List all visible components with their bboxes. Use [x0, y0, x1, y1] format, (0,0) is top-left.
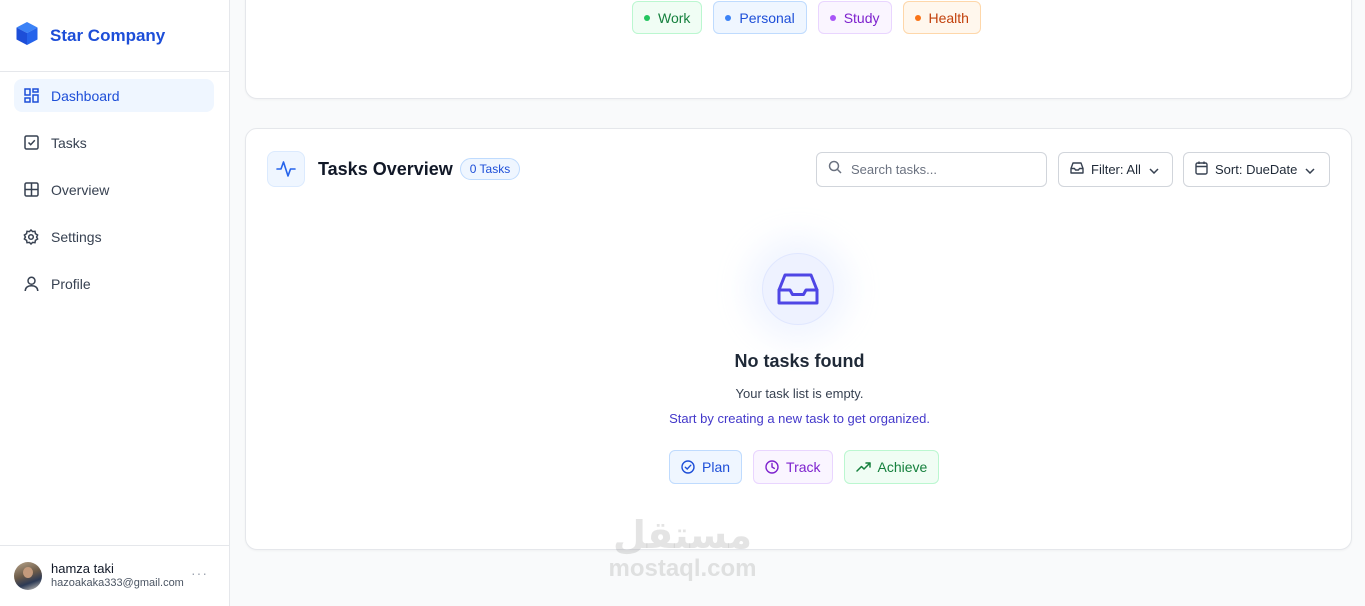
achieve-pill: Achieve	[843, 450, 940, 484]
sidebar-item-label: Tasks	[51, 134, 87, 151]
dot-icon	[914, 14, 921, 21]
filter-label: Filter: All	[1091, 162, 1141, 177]
sidebar-item-label: Dashboard	[51, 87, 120, 104]
categories-card: Work Personal Study Health	[245, 0, 1352, 99]
brand[interactable]: Star Company	[0, 0, 229, 72]
sidebar-item-profile[interactable]: Profile	[14, 267, 214, 300]
user-profile[interactable]: hamza taki hazoakaka333@gmail.com ···	[0, 545, 230, 606]
inbox-icon	[1070, 162, 1084, 177]
clock-icon	[765, 460, 779, 474]
page-title: Tasks Overview	[318, 158, 453, 179]
user-icon	[22, 275, 40, 293]
sidebar-item-label: Overview	[51, 181, 110, 198]
empty-state-hint: Start by creating a new task to get orga…	[669, 411, 930, 426]
brand-name: Star Company	[50, 25, 166, 45]
user-name: hamza taki	[51, 561, 114, 576]
sort-dropdown[interactable]: Sort: DueDate	[1183, 152, 1330, 187]
pill-label: Plan	[702, 459, 731, 475]
category-chip-personal[interactable]: Personal	[713, 1, 807, 34]
sidebar-item-label: Settings	[51, 228, 102, 245]
sidebar: Star Company Dashboard Tasks Overview Se…	[0, 0, 230, 606]
search-input[interactable]	[851, 162, 1031, 177]
plan-pill: Plan	[669, 450, 743, 484]
category-chip-study[interactable]: Study	[817, 1, 892, 34]
chip-label: Study	[843, 9, 880, 26]
sidebar-item-tasks[interactable]: Tasks	[14, 126, 214, 159]
checkbox-icon	[22, 134, 40, 152]
dot-icon	[725, 14, 732, 21]
category-chip-work[interactable]: Work	[632, 1, 703, 34]
user-info: hamza taki hazoakaka333@gmail.com	[51, 561, 184, 591]
empty-state-subtitle: Your task list is empty.	[735, 386, 864, 401]
chip-label: Work	[658, 9, 691, 26]
tasks-overview-card: Tasks Overview 0 Tasks Filter: All Sort:…	[245, 128, 1352, 550]
sidebar-item-dashboard[interactable]: Dashboard	[14, 79, 214, 112]
sidebar-item-overview[interactable]: Overview	[14, 173, 214, 206]
watermark-latin: mostaql.com	[608, 554, 757, 582]
check-circle-icon	[681, 460, 695, 474]
sidebar-item-settings[interactable]: Settings	[14, 220, 214, 253]
trending-up-icon	[855, 462, 871, 472]
pill-label: Achieve	[877, 459, 928, 475]
sort-label: Sort: DueDate	[1215, 162, 1298, 177]
empty-state-title: No tasks found	[734, 351, 865, 371]
pill-label: Track	[786, 459, 821, 475]
grid-icon	[22, 181, 40, 199]
chip-label: Health	[928, 9, 969, 26]
overview-header: Tasks Overview 0 Tasks	[267, 151, 521, 187]
cube-logo-icon	[15, 21, 39, 51]
empty-inbox-icon	[762, 253, 834, 325]
calendar-icon	[1195, 161, 1208, 178]
activity-icon	[267, 151, 305, 187]
watermark: مستقل mostaql.com	[600, 513, 765, 582]
empty-state-pills: Plan Track Achieve	[669, 450, 940, 484]
watermark-arabic: مستقل	[613, 513, 752, 557]
more-options-icon[interactable]: ···	[191, 565, 208, 581]
user-email: hazoakaka333@gmail.com	[51, 577, 184, 590]
sidebar-item-label: Profile	[51, 275, 91, 292]
filter-dropdown[interactable]: Filter: All	[1058, 152, 1173, 187]
sidebar-nav: Dashboard Tasks Overview Settings Profil…	[0, 72, 229, 300]
gear-icon	[22, 228, 40, 246]
category-chips: Work Personal Study Health	[632, 1, 981, 34]
task-count-badge: 0 Tasks	[459, 158, 521, 180]
dot-icon	[829, 14, 836, 21]
category-chip-health[interactable]: Health	[902, 1, 981, 34]
search-box[interactable]	[816, 152, 1047, 187]
track-pill: Track	[753, 450, 833, 484]
dashboard-icon	[22, 87, 40, 105]
dot-icon	[644, 14, 650, 21]
chevron-down-icon	[1149, 162, 1159, 177]
search-icon	[828, 160, 842, 179]
chip-label: Personal	[739, 9, 795, 26]
avatar	[14, 562, 42, 590]
chevron-down-icon	[1305, 162, 1315, 177]
